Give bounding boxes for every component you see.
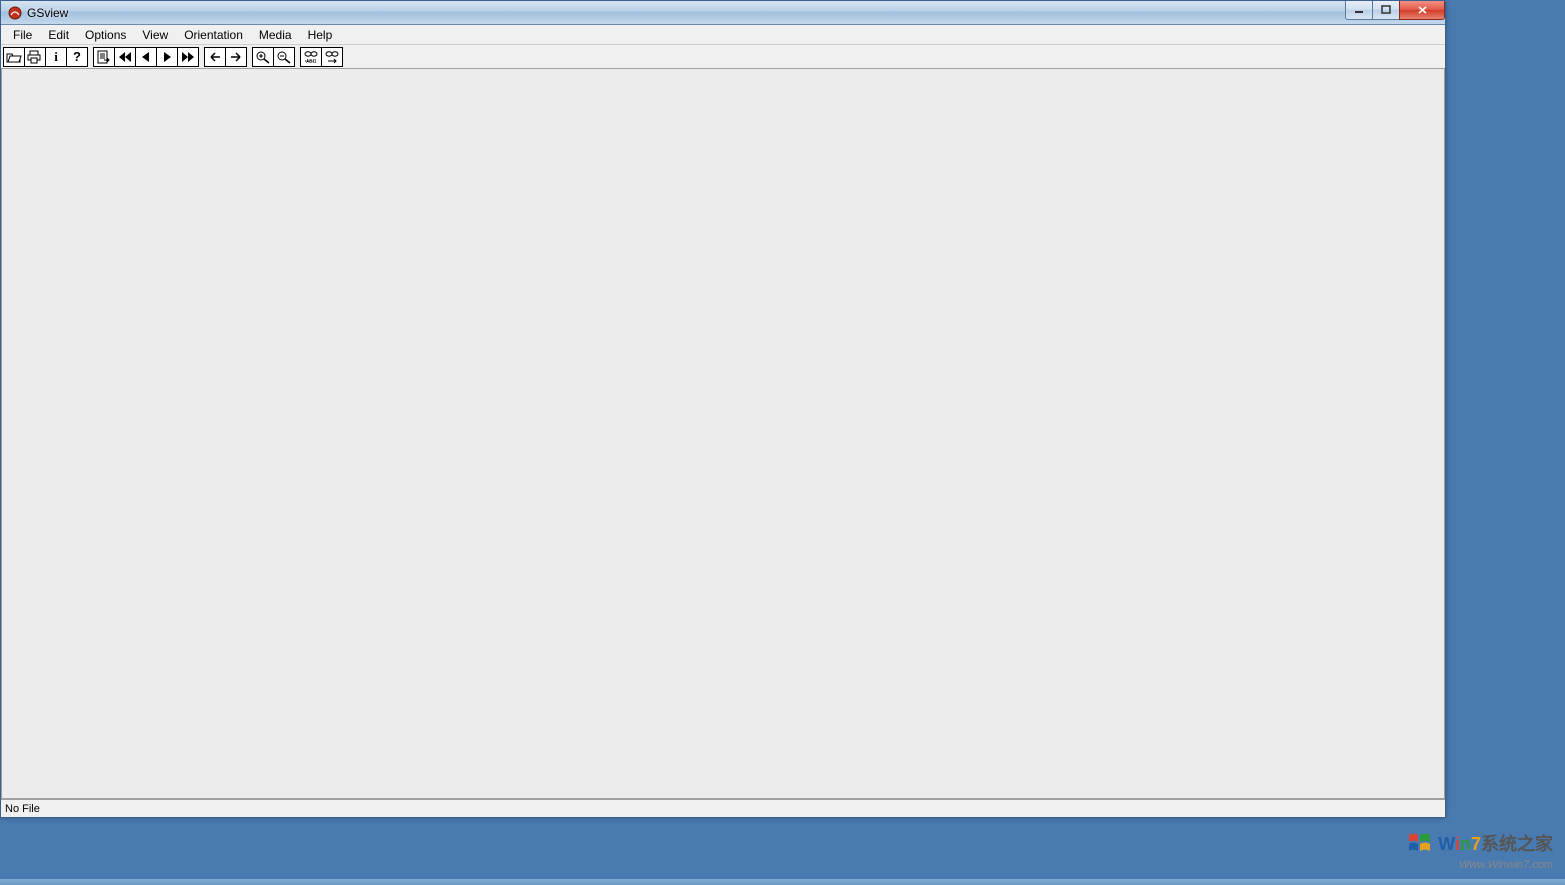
minimize-button[interactable] <box>1345 1 1373 20</box>
status-bar: No File <box>1 799 1445 817</box>
app-icon <box>7 5 23 21</box>
menu-bar: File Edit Options View Orientation Media… <box>1 25 1445 45</box>
zoom-out-button[interactable] <box>273 47 295 67</box>
window-title: GSview <box>27 6 68 20</box>
back-button[interactable] <box>204 47 226 67</box>
help-button[interactable]: ? <box>66 47 88 67</box>
print-button[interactable] <box>24 47 46 67</box>
next-page-button[interactable] <box>156 47 178 67</box>
triangle-left-icon <box>138 50 154 64</box>
menu-edit[interactable]: Edit <box>40 26 77 44</box>
menu-view[interactable]: View <box>134 26 176 44</box>
application-window: GSview File Edit Options View Orientatio… <box>0 0 1446 818</box>
magnify-plus-icon <box>255 50 271 64</box>
info-icon: i <box>54 49 58 65</box>
last-page-button[interactable] <box>177 47 199 67</box>
find-text-icon: ABC <box>303 50 319 64</box>
arrow-right-icon <box>228 50 244 64</box>
folder-open-icon <box>6 50 22 64</box>
close-icon <box>1417 5 1428 15</box>
magnify-minus-icon <box>276 50 292 64</box>
menu-help[interactable]: Help <box>300 26 341 44</box>
windows-flag-icon <box>1408 832 1434 859</box>
document-viewport[interactable] <box>1 69 1445 799</box>
watermark-url: Www.Winwin7.com <box>1408 859 1553 871</box>
menu-options[interactable]: Options <box>77 26 134 44</box>
menu-media[interactable]: Media <box>251 26 300 44</box>
fastforward-icon <box>180 50 196 64</box>
find-button[interactable]: ABC <box>300 47 322 67</box>
first-page-button[interactable] <box>114 47 136 67</box>
svg-text:ABC: ABC <box>306 59 317 64</box>
info-button[interactable]: i <box>45 47 67 67</box>
title-bar[interactable]: GSview <box>1 1 1445 25</box>
find-next-button[interactable] <box>321 47 343 67</box>
watermark: Win7系统之家 Www.Winwin7.com <box>1408 830 1553 871</box>
printer-icon <box>27 50 43 64</box>
question-icon: ? <box>73 49 81 64</box>
document-arrow-icon <box>96 50 112 64</box>
prev-page-button[interactable] <box>135 47 157 67</box>
zoom-in-button[interactable] <box>252 47 274 67</box>
arrow-left-icon <box>207 50 223 64</box>
forward-button[interactable] <box>225 47 247 67</box>
rewind-icon <box>117 50 133 64</box>
triangle-right-icon <box>159 50 175 64</box>
watermark-brand: Win7系统之家 <box>1408 830 1553 859</box>
goto-page-button[interactable] <box>93 47 115 67</box>
toolbar: i ? <box>1 45 1445 69</box>
maximize-icon <box>1381 5 1391 15</box>
close-button[interactable] <box>1399 1 1445 20</box>
find-next-icon <box>324 50 340 64</box>
window-controls <box>1346 1 1445 20</box>
taskbar <box>0 879 1565 885</box>
menu-orientation[interactable]: Orientation <box>176 26 251 44</box>
menu-file[interactable]: File <box>5 26 40 44</box>
status-text: No File <box>5 803 40 815</box>
minimize-icon <box>1354 5 1364 15</box>
open-button[interactable] <box>3 47 25 67</box>
maximize-button[interactable] <box>1372 1 1400 20</box>
